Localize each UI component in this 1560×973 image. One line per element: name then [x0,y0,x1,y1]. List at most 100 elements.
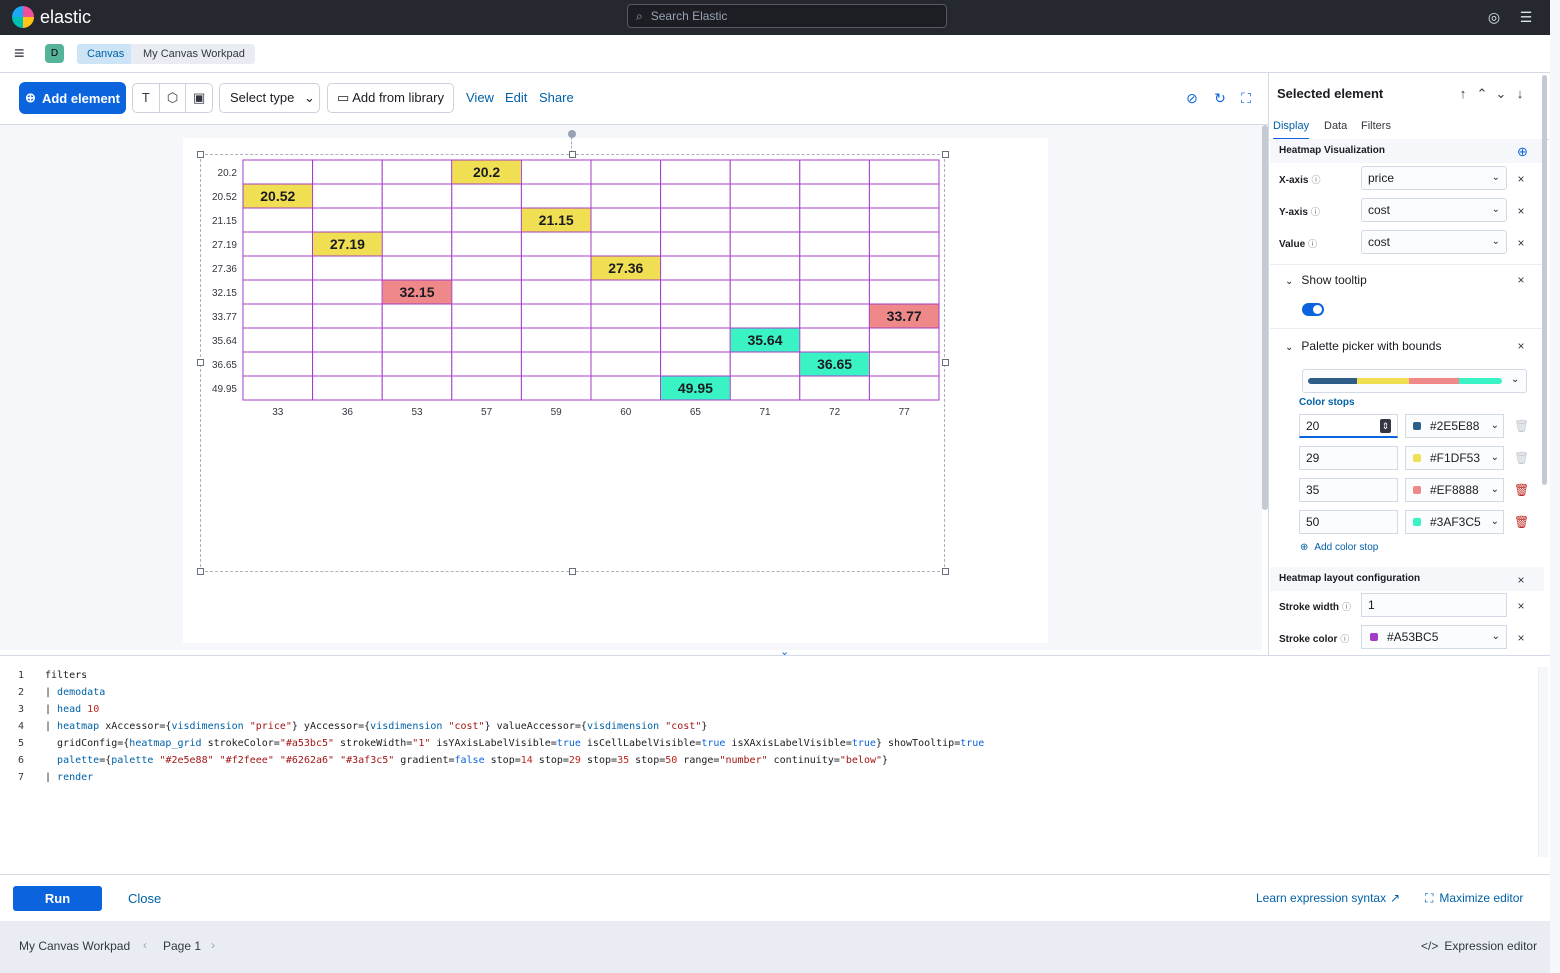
color-stop-color-2[interactable]: #F1DF53 ⌄ [1405,446,1504,470]
window-scrollbar[interactable] [1550,0,1560,973]
remove-palette-icon[interactable]: × [1515,339,1527,353]
add-color-stop-button[interactable]: ⊕ Add color stop [1300,542,1378,553]
user-menu-icon[interactable]: ☰ [1517,8,1535,26]
code-line[interactable]: 5 gridConfig={heatmap_grid strokeColor="… [0,735,1538,752]
help-icon[interactable]: ◎ [1485,8,1503,26]
code-line[interactable]: 3 | head 10 [0,701,1538,718]
color-swatch [1413,518,1421,526]
color-stop-color-1[interactable]: #2E5E88 ⌄ [1405,414,1504,438]
line-number: 2 [18,687,25,698]
x-axis-label-text: X-axis [1279,175,1309,186]
remove-value-icon[interactable]: × [1515,236,1527,250]
remove-x-axis-icon[interactable]: × [1515,172,1527,186]
line-number: 3 [18,704,25,715]
view-menu[interactable]: View [466,90,494,105]
color-stop-color-3[interactable]: #EF8888 ⌄ [1405,478,1504,502]
value-label: Value ⓘ [1279,237,1317,250]
tab-data[interactable]: Data [1324,120,1347,138]
collapse-editor-icon[interactable]: ⌄ [780,645,789,658]
remove-stroke-color-icon[interactable]: × [1515,631,1527,645]
stroke-color-label-text: Stroke color [1279,634,1338,645]
learn-syntax-link[interactable]: Learn expression syntax ↗ [1256,891,1400,905]
breadcrumb-canvas[interactable]: Canvas [77,44,135,64]
page-indicator[interactable]: Page 1 [163,939,201,953]
code-line[interactable]: 2 | demodata [0,684,1538,701]
stroke-color-select[interactable]: #A53BC5 ⌄ [1361,625,1507,649]
remove-layout-icon[interactable]: × [1515,573,1527,587]
code-scrollbar[interactable] [1538,667,1548,857]
add-element-button[interactable]: ⊕ Add element [19,82,126,114]
delete-stop-icon[interactable]: 🗑 [1514,515,1529,529]
selection-box[interactable] [200,154,945,572]
info-icon: ⓘ [1340,634,1350,644]
delete-stop-icon[interactable]: 🗑 [1514,483,1529,497]
x-axis-select[interactable]: price ⌄ [1361,166,1507,190]
image-icon[interactable]: ▣ [186,84,212,112]
menu-icon[interactable]: ≡ [14,44,32,63]
space-avatar[interactable]: D [45,44,64,63]
tab-filters[interactable]: Filters [1361,120,1391,138]
resize-handle-right[interactable] [942,359,949,366]
fullscreen-icon[interactable]: ⛶ [1237,89,1255,107]
code-line[interactable]: 6 palette={palette "#2e5e88" "#f2feee" "… [0,752,1538,769]
code-line[interactable]: 7 | render [0,769,1538,786]
send-backward-icon[interactable]: ⌄ [1494,86,1508,102]
select-type-button[interactable]: Select type ⌄ [219,83,320,113]
code-text: | demodata [45,687,106,698]
code-text: palette={palette "#2e5e88" "#f2feee" "#6… [57,755,889,766]
panel-scrollbar[interactable] [1542,75,1547,485]
edit-menu[interactable]: Edit [505,90,527,105]
text-icon[interactable]: T [133,84,160,112]
y-axis-select[interactable]: cost ⌄ [1361,198,1507,222]
remove-tooltip-icon[interactable]: × [1515,273,1527,287]
remove-y-axis-icon[interactable]: × [1515,204,1527,218]
remove-stroke-width-icon[interactable]: × [1515,599,1527,613]
add-from-library-button[interactable]: ▭ Add from library [327,83,454,113]
refresh-icon[interactable]: ↻ [1211,89,1229,107]
show-tooltip-header[interactable]: ⌄ Show tooltip [1285,273,1367,287]
resize-handle-top[interactable] [569,151,576,158]
color-stop-value-2[interactable]: 29 [1299,446,1398,470]
resize-handle-bottom[interactable] [569,568,576,575]
bring-to-front-icon[interactable]: ↑ [1456,86,1470,101]
rotation-handle[interactable] [568,130,576,138]
bring-forward-icon[interactable]: ⌃ [1475,86,1489,102]
color-stop-color-4[interactable]: #3AF3C5 ⌄ [1405,510,1504,534]
elastic-logo[interactable]: elastic [12,6,91,28]
color-stop-value-3[interactable]: 35 [1299,478,1398,502]
chevron-right-icon[interactable]: › [211,938,215,952]
resize-handle-bottom-right[interactable] [942,568,949,575]
tooltip-toggle[interactable] [1302,303,1324,316]
color-stop-value-4[interactable]: 50 [1299,510,1398,534]
tab-display[interactable]: Display [1273,120,1310,140]
palette-picker-header[interactable]: ⌄ Palette picker with bounds [1285,339,1441,353]
code-editor[interactable]: 1 filters 2 | demodata 3 | head 10 4 | heatmap … [0,667,1538,857]
run-button[interactable]: Run [13,886,102,911]
add-argument-icon[interactable]: ⊕ [1517,144,1528,160]
global-search-input[interactable]: ⌕ Search Elastic [627,4,947,28]
resize-handle-top-right[interactable] [942,151,949,158]
color-swatch [1370,633,1378,641]
info-icon: ⓘ [1310,207,1320,217]
maximize-editor-button[interactable]: ⛶ Maximize editor [1425,891,1523,906]
share-menu[interactable]: Share [539,90,574,105]
value-select[interactable]: cost ⌄ [1361,230,1507,254]
expression-editor-toggle[interactable]: </> Expression editor [1421,939,1537,953]
chevron-left-icon[interactable]: ‹ [143,938,147,952]
resize-handle-left[interactable] [197,359,204,366]
stroke-width-input[interactable]: 1 [1361,593,1507,617]
chevron-down-icon: ⌄ [1491,172,1500,183]
divider [1270,264,1544,265]
resize-handle-top-left[interactable] [197,151,204,158]
code-line[interactable]: 1 filters [0,667,1538,684]
close-button[interactable]: Close [128,891,161,906]
layout-section-header: Heatmap layout configuration [1270,567,1544,591]
stepper-icon[interactable]: ⇕ [1380,419,1391,433]
y-axis-label: Y-axis ⓘ [1279,205,1320,218]
shape-icon[interactable]: ⬡ [160,84,187,112]
send-to-back-icon[interactable]: ↓ [1513,86,1527,101]
hide-editor-icon[interactable]: ⊘ [1183,89,1201,107]
resize-handle-bottom-left[interactable] [197,568,204,575]
palette-segment [1459,378,1502,384]
code-line[interactable]: 4 | heatmap xAccessor={visdimension "pric… [0,718,1538,735]
